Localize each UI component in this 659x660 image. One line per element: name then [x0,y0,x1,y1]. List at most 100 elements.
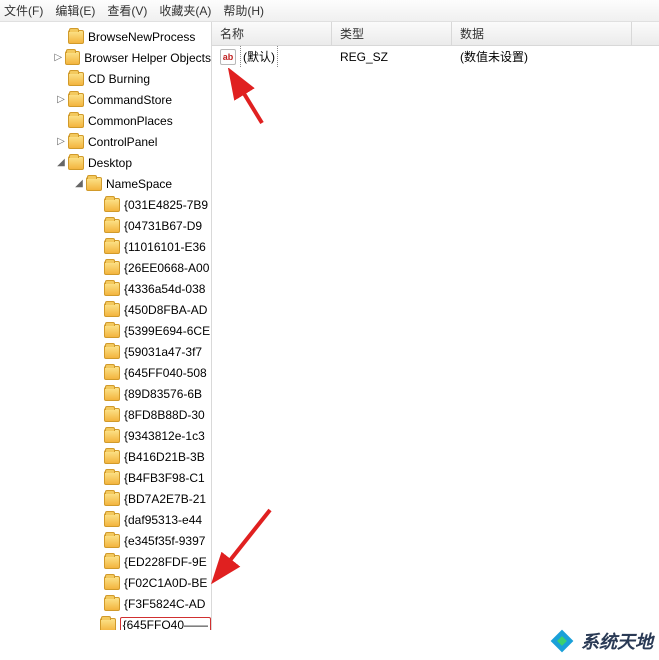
tree-node[interactable]: {4336a54d-038 [0,278,211,299]
tree-node[interactable]: {89D83576-6B [0,383,211,404]
menu-view[interactable]: 查看(V) [107,0,147,21]
folder-icon [68,30,84,44]
folder-icon [104,345,120,359]
tree-label: {645FFO40—— [120,617,211,631]
folder-icon [104,471,120,485]
folder-icon [104,198,120,212]
value-name: (默认) [240,46,278,68]
tree-label: {04731B67-D9 [124,219,202,233]
tree-node[interactable]: {59031a47-3f7 [0,341,211,362]
tree-node[interactable]: {5399E694-6CE [0,320,211,341]
tree-label: Browser Helper Objects [84,51,211,65]
folder-icon [104,387,120,401]
tree-node[interactable]: ▷ CommandStore [0,89,211,110]
watermark: 系统天地 [549,628,653,654]
tree-node[interactable]: ▷ Browser Helper Objects [0,47,211,68]
tree-node[interactable]: {8FD8B88D-30 [0,404,211,425]
tree-label: {daf95313-e44 [124,513,202,527]
tree-label: CD Burning [88,72,150,86]
tree-label: {26EE0668-A00 [124,261,209,275]
tree-node[interactable]: {F02C1A0D-BE [0,572,211,593]
column-headers[interactable]: 名称 类型 数据 [212,22,659,46]
tree-node[interactable]: {B416D21B-3B [0,446,211,467]
menu-file[interactable]: 文件(F) [4,0,43,21]
tree-node[interactable]: {031E4825-7B9 [0,194,211,215]
tree-label: CommandStore [88,93,172,107]
tree-node[interactable]: {11016101-E36 [0,236,211,257]
tree-label: BrowseNewProcess [88,30,195,44]
expand-icon[interactable]: ▷ [52,52,65,63]
folder-icon [104,261,120,275]
folder-icon [104,429,120,443]
collapse-icon[interactable]: ◢ [72,178,86,189]
tree-label: {8FD8B88D-30 [124,408,205,422]
folder-icon [104,366,120,380]
watermark-text: 系统天地 [581,628,653,654]
collapse-icon[interactable]: ◢ [54,157,68,168]
tree-label: CommonPlaces [88,114,173,128]
tree-node[interactable]: {BD7A2E7B-21 [0,488,211,509]
col-name[interactable]: 名称 [212,22,332,45]
folder-icon [100,618,115,631]
tree-label: {B4FB3F98-C1 [124,471,205,485]
expand-icon[interactable]: ▷ [54,94,68,105]
value-row[interactable]: ab (默认) REG_SZ (数值未设置) [212,46,659,68]
tree-node[interactable]: {9343812e-1c3 [0,425,211,446]
col-type[interactable]: 类型 [332,22,452,45]
string-value-icon: ab [220,49,236,65]
tree-node[interactable]: {F3F5824C-AD [0,593,211,614]
tree-label: {F3F5824C-AD [124,597,205,611]
folder-icon [104,324,120,338]
tree-node[interactable]: ◢ NameSpace [0,173,211,194]
tree-label: {9343812e-1c3 [124,429,205,443]
folder-icon [104,240,120,254]
folder-icon [104,450,120,464]
folder-icon [104,492,120,506]
folder-icon [104,282,120,296]
tree-node[interactable]: {645FF040-508 [0,362,211,383]
menu-edit[interactable]: 编辑(E) [55,0,95,21]
folder-icon [104,597,120,611]
folder-icon [104,576,120,590]
tree-node[interactable]: {ED228FDF-9E [0,551,211,572]
tree-node[interactable]: {e345f35f-9397 [0,530,211,551]
tree-label: {ED228FDF-9E [124,555,207,569]
tree-node[interactable]: {daf95313-e44 [0,509,211,530]
folder-icon [65,51,80,65]
folder-icon [104,534,120,548]
folder-icon [104,408,120,422]
tree-label: {59031a47-3f7 [124,345,202,359]
folder-icon [86,177,102,191]
menu-favorites[interactable]: 收藏夹(A) [159,0,211,21]
value-type: REG_SZ [332,46,452,68]
tree-node[interactable]: ◢Desktop [0,152,211,173]
tree-node[interactable]: CommonPlaces [0,110,211,131]
folder-icon [68,135,84,149]
tree-label: {e345f35f-9397 [124,534,205,548]
tree-label: {031E4825-7B9 [124,198,208,212]
value-list-pane[interactable]: 名称 类型 数据 ab (默认) REG_SZ (数值未设置) [212,22,659,630]
tree-node[interactable]: BrowseNewProcess [0,26,211,47]
expand-icon[interactable]: ▷ [54,136,68,147]
col-data[interactable]: 数据 [452,22,632,45]
tree-label: {89D83576-6B [124,387,202,401]
tree-node[interactable]: {645FFO40—— [0,614,211,630]
tree-label: {BD7A2E7B-21 [124,492,206,506]
tree-node[interactable]: {450D8FBA-AD [0,299,211,320]
folder-icon [104,219,120,233]
folder-icon [104,513,120,527]
watermark-icon [549,628,575,654]
tree-node[interactable]: {B4FB3F98-C1 [0,467,211,488]
value-data: (数值未设置) [452,46,632,68]
folder-icon [68,114,84,128]
tree-label: {B416D21B-3B [124,450,205,464]
menu-help[interactable]: 帮助(H) [223,0,264,21]
tree-node[interactable]: ▷ControlPanel [0,131,211,152]
tree-node[interactable]: CD Burning [0,68,211,89]
tree-node[interactable]: {26EE0668-A00 [0,257,211,278]
tree-pane[interactable]: BrowseNewProcess ▷ Browser Helper Objects C… [0,22,212,630]
tree-node[interactable]: {04731B67-D9 [0,215,211,236]
tree-label: {5399E694-6CE [124,324,210,338]
tree-label: NameSpace [106,177,172,191]
tree-label: {645FF040-508 [124,366,207,380]
